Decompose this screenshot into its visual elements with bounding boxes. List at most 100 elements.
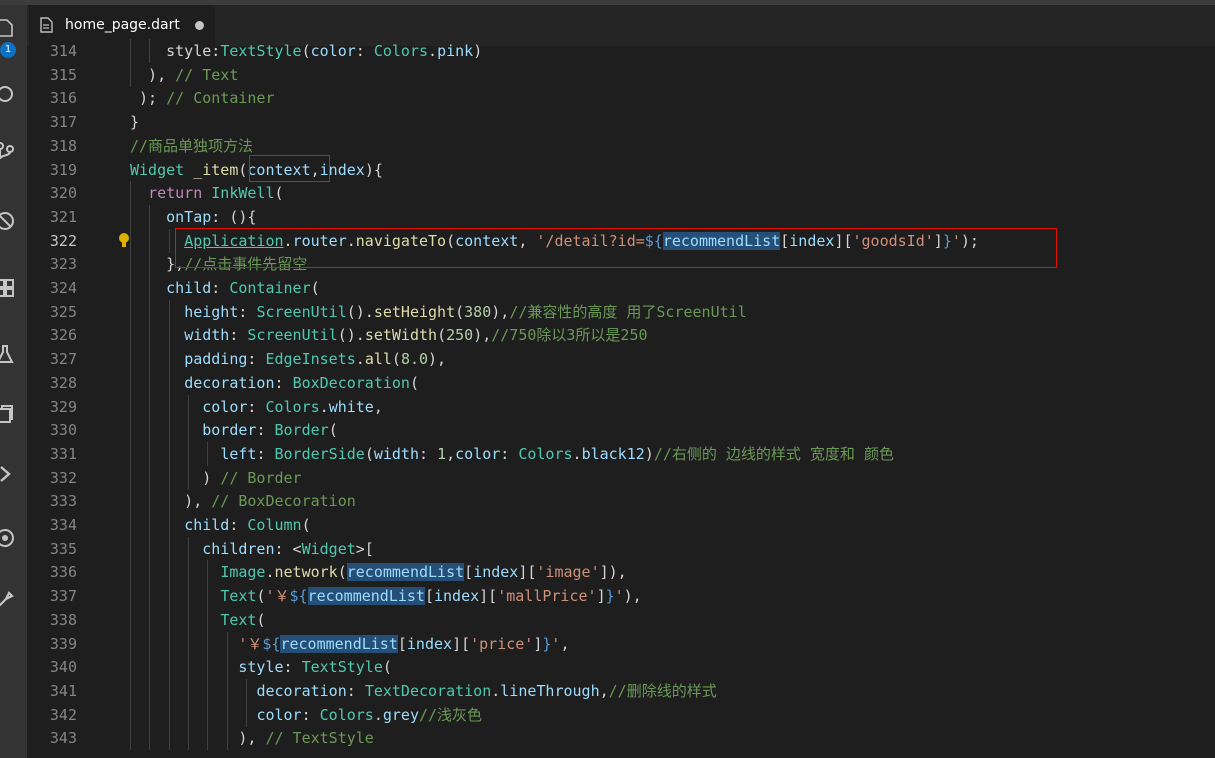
code-token: ( (310, 279, 320, 297)
code-line[interactable]: 326 width: ScreenUtil().setWidth(250),//… (27, 323, 1215, 348)
code-token: child (184, 516, 230, 534)
code-line[interactable]: 316 ); // Container (27, 86, 1215, 110)
chevron-right-icon[interactable] (0, 463, 16, 485)
code-token: Border (274, 421, 329, 440)
code-token: } (942, 231, 952, 250)
code-token: 380 (464, 302, 492, 321)
code-text: style:TextStyle(color: Colors.pink) (130, 39, 482, 63)
code-token: : < (274, 539, 302, 558)
search-icon[interactable] (0, 83, 16, 105)
code-line[interactable]: 320 return InkWell( (27, 181, 1215, 206)
code-token: child (166, 279, 212, 297)
code-line[interactable]: 319 Widget _item(context,index){ (27, 158, 1215, 182)
code-token: ), (623, 587, 642, 606)
line-number: 325 (49, 302, 77, 321)
settings-icon[interactable] (0, 589, 16, 611)
code-line[interactable]: 324 child: Container( (27, 276, 1215, 300)
code-line[interactable]: 330 border: Border( (27, 418, 1215, 443)
line-number: 315 (49, 65, 77, 84)
code-line[interactable]: 343 ), // TextStyle (27, 726, 1215, 751)
code-line[interactable]: 327 padding: EdgeInsets.all(8.0), (27, 347, 1215, 372)
code-text: ) // Border (130, 466, 301, 490)
code-line[interactable]: 341 decoration: TextDecoration.lineThrou… (27, 678, 1215, 703)
code-text: Text('￥${recommendList[index]['mallPrice… (130, 584, 642, 608)
code-editor[interactable]: 314 style:TextStyle(color: Colors.pink) 3… (27, 39, 1215, 758)
code-line[interactable]: 315 ), // Text (27, 62, 1215, 87)
code-line[interactable]: 325 height: ScreenUtil().setHeight(380),… (27, 299, 1215, 324)
code-token: //右侧的 边线的样式 宽度和 颜色 (653, 444, 894, 463)
debug-icon[interactable] (0, 210, 16, 232)
code-token: 8.0 (400, 350, 429, 369)
code-token: , (310, 160, 320, 179)
code-line[interactable]: 314 style:TextStyle(color: Colors.pink) (27, 39, 1215, 63)
code-token: [ (397, 634, 407, 653)
line-number: 324 (49, 279, 77, 297)
code-token: //点击事件先留空 (184, 255, 308, 274)
extensions-icon[interactable] (0, 277, 16, 299)
code-token: BoxDecoration (292, 373, 410, 392)
code-line[interactable]: 329 color: Colors.white, (27, 394, 1215, 419)
code-token: : (211, 279, 230, 297)
code-token: : (){ (211, 207, 257, 226)
code-token: ), (130, 729, 266, 748)
code-line[interactable]: 339 '￥${recommendList[index]['price']}', (27, 631, 1215, 656)
code-text: onTap: (){ (130, 205, 256, 229)
code-text: child: Column( (130, 513, 310, 537)
code-line[interactable]: 321 onTap: (){ (27, 204, 1215, 229)
code-line[interactable]: 323 },//点击事件先留空 (27, 252, 1215, 277)
explorer-icon[interactable] (0, 17, 16, 39)
line-number: 333 (49, 492, 77, 511)
code-token: 'mallPrice' (497, 587, 597, 606)
code-line[interactable]: 337 Text('￥${recommendList[index]['mallP… (27, 584, 1215, 609)
code-line[interactable]: 340 style: TextStyle( (27, 655, 1215, 680)
code-token: color (310, 42, 356, 60)
code-token: ) (644, 444, 654, 463)
code-token: }, (130, 255, 185, 274)
code-token: 'goodsId' (852, 231, 934, 250)
code-token: //浅灰色 (419, 705, 483, 724)
code-line[interactable]: 332 ) // Border (27, 465, 1215, 490)
code-token: TextStyle (301, 658, 383, 677)
files-icon[interactable] (0, 403, 16, 425)
code-line[interactable]: 342 color: Colors.grey//浅灰色 (27, 702, 1215, 727)
dart-file-icon (39, 17, 53, 33)
code-token: . (572, 444, 582, 463)
code-token: context (247, 160, 311, 179)
code-token: : (229, 516, 248, 534)
code-token: router (292, 231, 347, 250)
code-text: ), // Text (130, 63, 238, 87)
code-token: ][ (834, 231, 853, 250)
code-line[interactable]: 333 ), // BoxDecoration (27, 489, 1215, 514)
code-token: [ (780, 231, 790, 250)
code-token: ] (933, 231, 943, 250)
code-text: children: <Widget>[ (130, 537, 374, 561)
code-token: ( (364, 444, 374, 463)
code-line[interactable]: 338 Text( (27, 607, 1215, 632)
code-text: style: TextStyle( (130, 655, 392, 679)
code-token: . (265, 563, 275, 582)
code-line[interactable]: 328 decoration: BoxDecoration( (27, 370, 1215, 395)
code-token: : (256, 444, 275, 463)
code-token: recommendList (307, 587, 425, 606)
code-token: ( (446, 231, 456, 250)
code-line[interactable]: 331 left: BorderSide(width: 1,color: Col… (27, 441, 1215, 466)
code-line[interactable]: 334 child: Column( (27, 513, 1215, 537)
code-line[interactable]: 322 Application.router.navigateTo(contex… (27, 228, 1215, 253)
source-control-icon[interactable] (0, 140, 16, 162)
code-line[interactable]: 318 //商品单独项方法 (27, 134, 1215, 158)
code-token: ][ (479, 587, 498, 606)
code-text: color: Colors.grey//浅灰色 (130, 703, 482, 727)
code-line[interactable]: 336 Image.network(recommendList[index]['… (27, 560, 1215, 585)
lightbulb-icon[interactable] (117, 232, 131, 250)
code-line[interactable]: 335 children: <Widget>[ (27, 536, 1215, 561)
unsaved-dot-icon[interactable] (195, 21, 204, 30)
code-line[interactable]: 317} (27, 110, 1215, 134)
line-number: 327 (49, 350, 77, 369)
flask-icon[interactable] (0, 343, 16, 365)
remote-icon[interactable] (0, 527, 16, 549)
